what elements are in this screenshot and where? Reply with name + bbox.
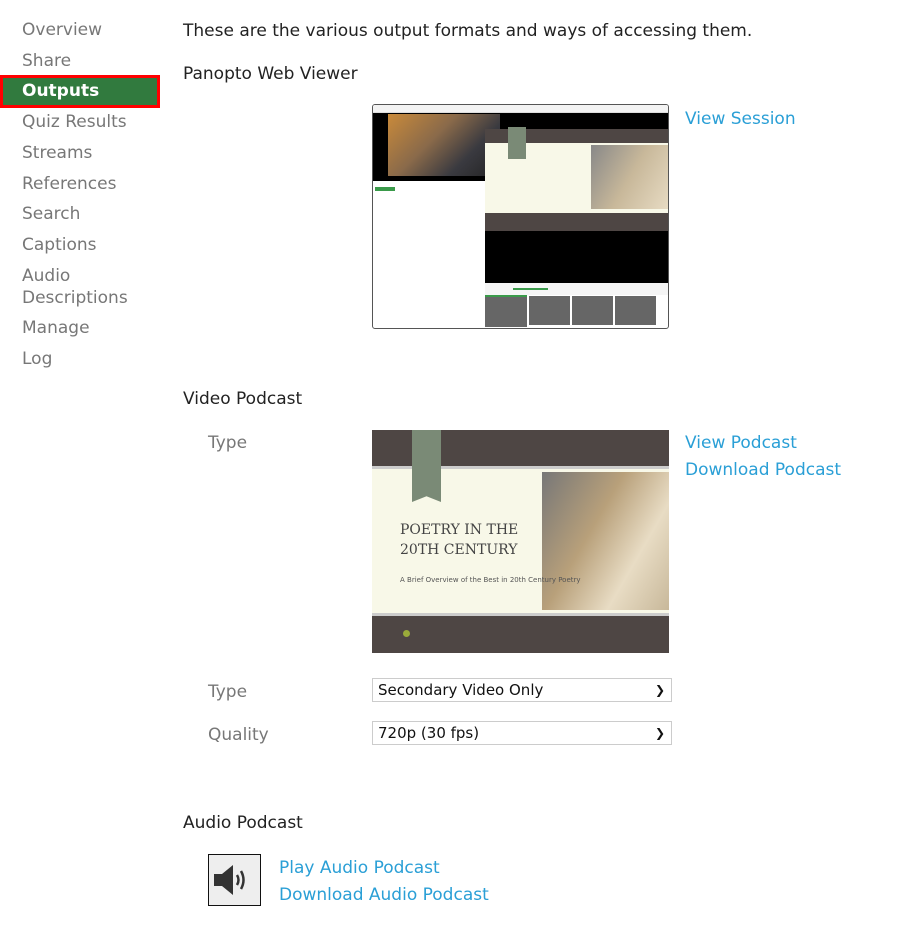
video-podcast-thumbnail[interactable]: POETRY IN THE 20TH CENTURY A Brief Overv…: [372, 430, 669, 653]
slide-title: POETRY IN THE 20TH CENTURY: [400, 522, 519, 558]
sidebar-item-streams[interactable]: Streams: [22, 142, 92, 164]
type-label: Type: [208, 433, 248, 453]
sidebar-item-manage[interactable]: Manage: [22, 317, 90, 339]
type-select-label: Type: [208, 682, 248, 702]
web-viewer-heading: Panopto Web Viewer: [183, 64, 358, 84]
sidebar-item-outputs[interactable]: Outputs: [0, 75, 160, 108]
speaker-icon: [214, 865, 245, 895]
sidebar-item-search[interactable]: Search: [22, 203, 80, 225]
sidebar-item-quiz-results[interactable]: Quiz Results: [22, 111, 127, 133]
play-audio-podcast-link[interactable]: Play Audio Podcast: [279, 858, 440, 878]
sidebar-item-references[interactable]: References: [22, 173, 116, 195]
type-select-value: Secondary Video Only: [378, 681, 544, 699]
quality-select-value: 720p (30 fps): [378, 724, 480, 742]
web-viewer-thumbnail[interactable]: [372, 104, 669, 329]
sidebar-item-overview[interactable]: Overview: [22, 19, 102, 41]
presenter-video: [388, 114, 500, 176]
view-session-link[interactable]: View Session: [685, 109, 796, 129]
sidebar-item-share[interactable]: Share: [22, 50, 71, 72]
chevron-down-icon: ❯: [654, 683, 665, 697]
intro-text: These are the various output formats and…: [183, 21, 753, 41]
download-audio-podcast-link[interactable]: Download Audio Podcast: [279, 885, 489, 905]
chevron-down-icon: ❯: [654, 726, 665, 740]
audio-podcast-heading: Audio Podcast: [183, 813, 303, 833]
audio-podcast-button[interactable]: [208, 854, 261, 906]
quality-select[interactable]: 720p (30 fps) ❯: [372, 721, 672, 745]
video-podcast-heading: Video Podcast: [183, 389, 303, 409]
sidebar-item-log[interactable]: Log: [22, 348, 52, 370]
quality-label: Quality: [208, 725, 269, 745]
slide-subtitle: A Brief Overview of the Best in 20th Cen…: [400, 576, 581, 584]
type-select[interactable]: Secondary Video Only ❯: [372, 678, 672, 702]
view-podcast-link[interactable]: View Podcast: [685, 433, 797, 453]
sidebar-item-audio-descriptions[interactable]: Audio Descriptions: [22, 265, 132, 309]
download-podcast-link[interactable]: Download Podcast: [685, 460, 841, 480]
sidebar-item-captions[interactable]: Captions: [22, 234, 97, 256]
